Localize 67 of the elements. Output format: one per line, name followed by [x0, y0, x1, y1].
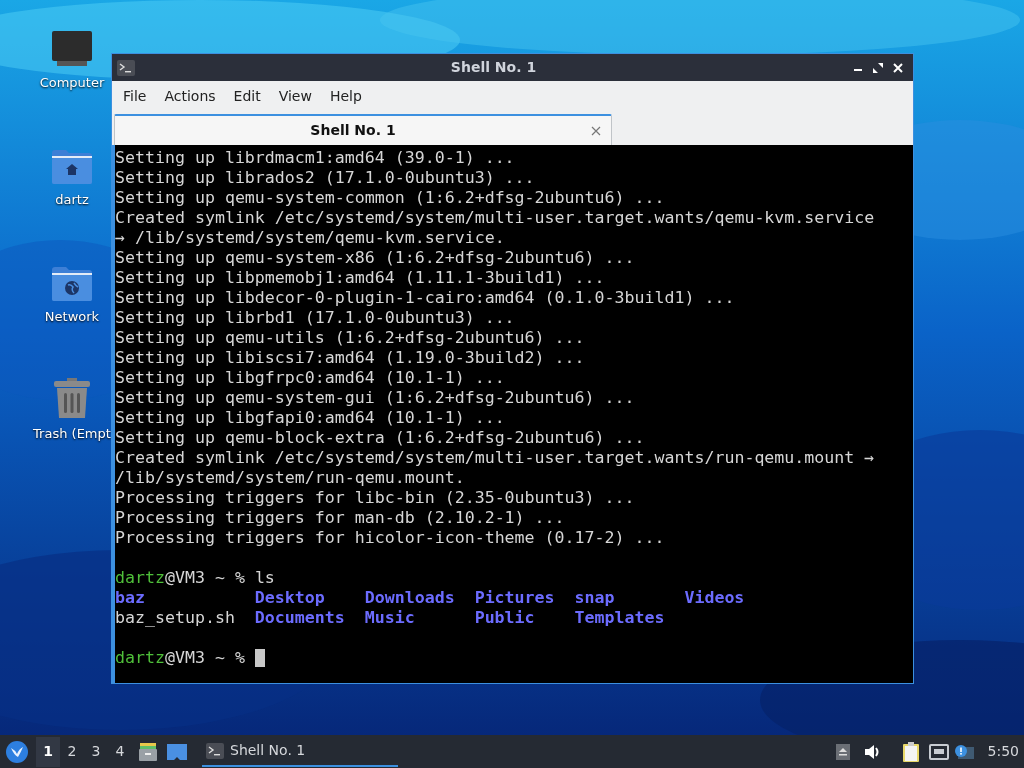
terminal-line: Setting up libdecor-0-plugin-1-cairo:amd64 (0.1.0-3build1) ... — [115, 288, 735, 308]
workspace-switcher[interactable]: 4 — [108, 736, 132, 767]
directory-name: Videos — [684, 588, 745, 608]
command-text: ls — [254, 568, 275, 588]
network-folder-icon[interactable] — [51, 266, 93, 302]
terminal-line: Setting up qemu-block-extra (1:6.2+dfsg-2ubuntu6) ... — [115, 428, 645, 448]
menu-item[interactable]: View — [269, 86, 321, 107]
terminal-line: /lib/systemd/system/run-qemu.mount. — [115, 468, 465, 488]
window-title: Shell No. 1 — [449, 58, 538, 77]
eject-icon[interactable] — [835, 743, 850, 760]
terminal-line: Processing triggers for man-db (2.10.2-1) ... — [115, 508, 565, 528]
tab[interactable]: Shell No. 1 — [114, 114, 612, 145]
directory-name: Public — [474, 608, 535, 628]
workspace-switcher[interactable]: 1 — [36, 736, 60, 767]
file-name: baz_setup.sh — [115, 608, 235, 628]
notification-icon[interactable] — [953, 743, 974, 760]
menu-item[interactable]: Help — [320, 86, 371, 107]
network-port-icon[interactable] — [928, 743, 949, 760]
terminal-line: Processing triggers for hicolor-icon-theme (0.17-2) ... — [115, 528, 665, 548]
desktop-icon-label[interactable]: Network — [44, 307, 100, 327]
terminal-line: Processing triggers for libc-bin (2.35-0ubuntu3) ... — [115, 488, 635, 508]
directory-name: baz — [115, 588, 145, 608]
desktop-icon[interactable] — [167, 743, 187, 760]
menu-item[interactable]: Actions — [155, 86, 225, 107]
terminal-line: Setting up libgfapi0:amd64 (10.1-1) ... — [115, 408, 505, 428]
terminal-line: Setting up librados2 (17.1.0-0ubuntu3) ... — [115, 168, 535, 188]
terminal-line: Setting up qemu-system-common (1:6.2+dfsg-2ubuntu6) ... — [115, 188, 665, 208]
clipboard-icon[interactable] — [901, 741, 920, 762]
prompt-user: dartz — [115, 648, 165, 668]
terminal-line: → /lib/systemd/system/qemu-kvm.service. — [115, 228, 505, 248]
taskbar-window-button[interactable]: Shell No. 1 — [202, 736, 398, 767]
clock[interactable]: 5:50 — [987, 741, 1019, 762]
workspace-switcher[interactable]: 2 — [60, 736, 84, 767]
desktop-icon-label[interactable]: dartz — [55, 190, 89, 210]
directory-name: snap — [574, 588, 615, 608]
file-cabinet-icon[interactable] — [138, 741, 158, 762]
close-tab-icon[interactable] — [591, 125, 601, 136]
terminal-line: Setting up qemu-system-x86 (1:6.2+dfsg-2ubuntu6) ... — [115, 248, 635, 268]
terminal-line: Setting up librdmacm1:amd64 (39.0-1) ... — [115, 148, 515, 168]
terminal-line: Setting up qemu-system-gui (1:6.2+dfsg-2ubuntu6) ... — [115, 388, 635, 408]
terminal-icon — [206, 742, 224, 759]
directory-name: Documents — [254, 608, 345, 628]
start-menu-icon[interactable] — [6, 740, 28, 763]
home-folder-icon[interactable] — [51, 149, 93, 185]
terminal-line: Setting up libpmemobj1:amd64 (1.11.1-3build1) ... — [115, 268, 605, 288]
maximize-icon[interactable] — [872, 61, 884, 74]
terminal-icon — [117, 59, 135, 76]
desktop-icon-label[interactable]: Trash (Empt — [33, 424, 111, 444]
directory-name: Music — [364, 608, 415, 628]
terminal-line: Setting up qemu-utils (1:6.2+dfsg-2ubuntu6) ... — [115, 328, 585, 348]
terminal-line: Created symlink /etc/systemd/system/multi-user.target.wants/qemu-kvm.service — [115, 208, 875, 228]
terminal-line: Setting up libgfrpc0:amd64 (10.1-1) ... — [115, 368, 505, 388]
directory-name: Templates — [574, 608, 665, 628]
prompt-host: @VM3 ~ % — [164, 648, 245, 668]
directory-name: Desktop — [254, 588, 325, 608]
directory-name: Pictures — [474, 588, 555, 608]
menu-item[interactable]: Edit — [224, 86, 270, 107]
monitor-icon[interactable] — [51, 30, 93, 68]
directory-name: Downloads — [364, 588, 455, 608]
prompt-host: @VM3 ~ % — [164, 568, 245, 588]
menu-item[interactable]: File — [114, 86, 156, 107]
terminal-line: Created symlink /etc/systemd/system/multi-user.target.wants/run-qemu.mount → — [115, 448, 875, 468]
close-icon[interactable] — [892, 61, 904, 74]
terminal-line: Setting up libiscsi7:amd64 (1.19.0-3build2) ... — [115, 348, 585, 368]
prompt-user: dartz — [115, 568, 165, 588]
workspace-switcher[interactable]: 3 — [84, 736, 108, 767]
terminal-line: Setting up librbd1 (17.1.0-0ubuntu3) ... — [115, 308, 515, 328]
